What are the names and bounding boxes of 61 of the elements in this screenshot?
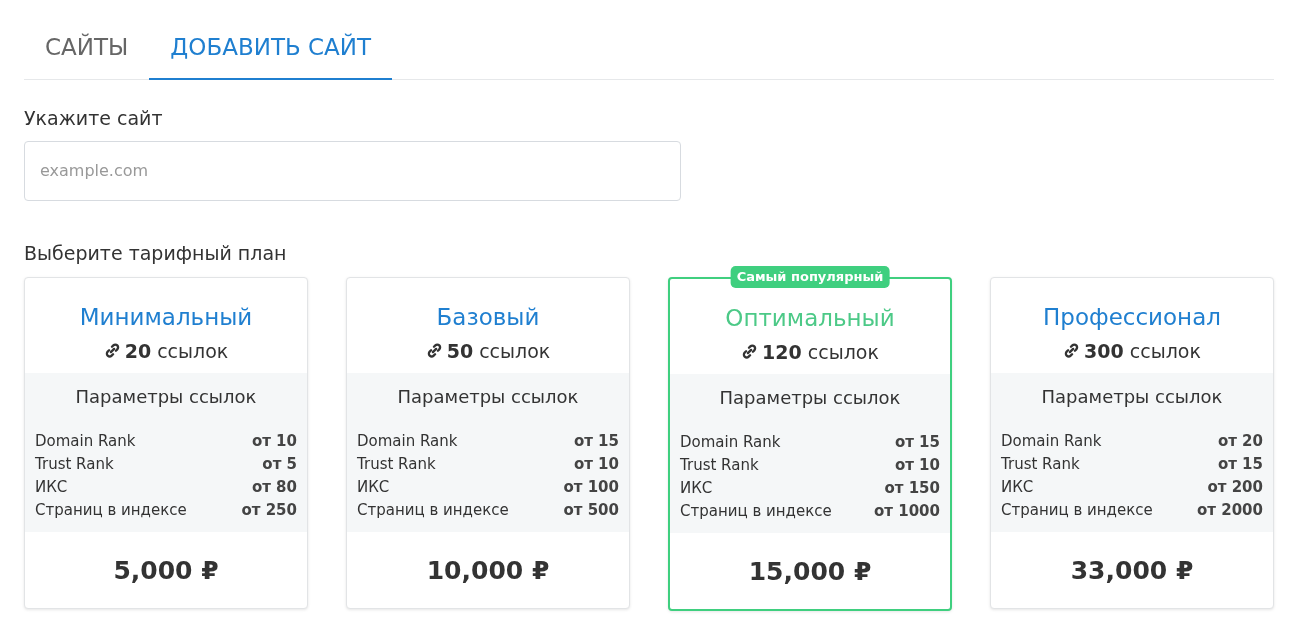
price: 5,000 ₽ [112, 555, 220, 587]
param-label: Trust Rank [1001, 454, 1080, 475]
param-value: от 10 [894, 455, 940, 476]
plan-card[interactable]: Базовый 50 ссылок Параметры ссылок Domain Rank от 15 Trust Rank от 10 ИКС от 100 Страниц в индексе от 500 10,000 ₽ [346, 277, 630, 609]
param-value: от 10 [573, 454, 619, 475]
params-title: Параметры ссылок [74, 385, 258, 409]
plan-name: Профессионал [1042, 303, 1222, 332]
tab[interactable]: ДОБАВИТЬ САЙТ [149, 0, 393, 80]
link-icon [741, 343, 759, 361]
link-count: 50 ссылок [446, 338, 551, 364]
param-value: от 20 [1217, 431, 1263, 452]
price: 10,000 ₽ [425, 555, 551, 587]
param-label: ИКС [35, 477, 68, 498]
param-label: Domain Rank [1001, 431, 1102, 452]
param-label: ИКС [680, 478, 713, 499]
param-value: от 2000 [1197, 500, 1263, 521]
param-label: ИКС [1001, 477, 1034, 498]
site-input-field[interactable]: example.com [24, 140, 681, 201]
param-value: от 200 [1207, 477, 1263, 498]
plan-name: Минимальный [78, 303, 254, 332]
popular-badge: Самый популярный [730, 266, 890, 288]
field-label: Укажите сайт [24, 106, 164, 131]
param-label: Trust Rank [357, 454, 436, 475]
link-count: 20 ссылок [124, 338, 229, 364]
param-value: от 100 [563, 477, 619, 498]
link-count: 300 ссылок [1084, 338, 1201, 364]
param-value: от 15 [894, 432, 940, 453]
param-label: Страниц в индексе [1001, 500, 1153, 521]
param-label: Domain Rank [357, 431, 458, 452]
plan-card[interactable]: Профессионал 300 ссылок Параметры ссылок Domain Rank от 20 Trust Rank от 15 ИКС от 200 Страниц в индексе от 2000 33,000 ₽ [990, 277, 1274, 609]
link-icon [1063, 342, 1081, 360]
param-label: Trust Rank [680, 455, 759, 476]
param-value: от 80 [251, 477, 297, 498]
section-heading: Выберите тарифный план [24, 240, 288, 266]
price: 33,000 ₽ [1069, 555, 1195, 587]
params-title: Параметры ссылок [1040, 385, 1224, 409]
param-value: от 15 [1217, 454, 1263, 475]
param-label: ИКС [357, 477, 390, 498]
param-label: Trust Rank [35, 454, 114, 475]
plan-card[interactable]: Минимальный 20 ссылок Параметры ссылок Domain Rank от 10 Trust Rank от 5 ИКС от 80 Страниц в индексе от 250 5,000 ₽ [24, 277, 308, 609]
param-value: от 150 [884, 478, 940, 499]
param-label: Страниц в индексе [35, 500, 187, 521]
plan-name: Базовый [435, 303, 541, 332]
param-label: Domain Rank [680, 432, 781, 453]
param-value: от 5 [262, 454, 297, 475]
tab[interactable]: САЙТЫ [24, 0, 150, 80]
param-value: от 250 [241, 500, 297, 521]
params-title: Параметры ссылок [396, 385, 580, 409]
link-count: 120 ссылок [762, 339, 879, 365]
param-label: Страниц в индексе [680, 501, 832, 522]
param-label: Страниц в индексе [357, 500, 509, 521]
link-icon [425, 342, 443, 360]
param-label: Domain Rank [35, 431, 136, 452]
link-icon [103, 342, 121, 360]
param-value: от 15 [573, 431, 619, 452]
params-title: Параметры ссылок [718, 386, 902, 410]
plan-name: Оптимальный [724, 304, 896, 333]
param-value: от 500 [563, 500, 619, 521]
param-value: от 10 [251, 431, 297, 452]
price: 15,000 ₽ [747, 556, 873, 588]
param-value: от 1000 [874, 501, 940, 522]
